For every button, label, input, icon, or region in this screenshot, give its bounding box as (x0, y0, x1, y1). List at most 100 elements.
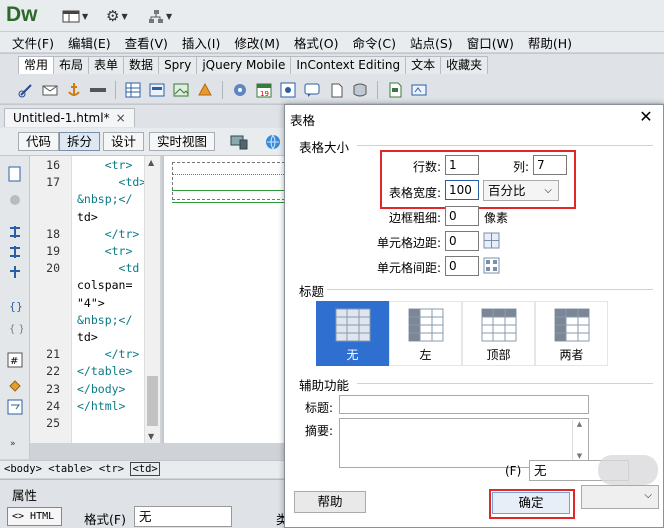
more-tools-icon[interactable]: » (7, 436, 23, 452)
cell-padding-input[interactable]: 0 (445, 231, 479, 251)
current-tag[interactable]: <td> (130, 462, 160, 476)
email-link-icon[interactable] (40, 80, 60, 100)
close-icon[interactable]: ✕ (635, 107, 657, 127)
width-unit-select[interactable]: 百分比 ⌵ (483, 180, 559, 201)
live-view-button[interactable]: 实时视图 (149, 132, 216, 151)
code-line[interactable]: </body> (77, 382, 125, 396)
tab-common[interactable]: 常用 (18, 56, 55, 74)
caption-input[interactable] (339, 395, 589, 414)
menu-modify[interactable]: 修改(M) (234, 33, 280, 52)
hyperlink-icon[interactable] (16, 80, 36, 100)
menu-help[interactable]: 帮助(H) (528, 33, 572, 52)
tab-data[interactable]: 数据 (123, 56, 160, 74)
cancel-button[interactable]: ⌵ (581, 485, 659, 509)
apply-comment-icon[interactable] (7, 378, 23, 394)
code-line[interactable]: </tr> (77, 347, 140, 361)
code-line[interactable]: colspan= (77, 278, 132, 292)
browser-preview-icon[interactable] (264, 133, 282, 154)
code-line[interactable]: <td> (77, 175, 147, 189)
menu-insert[interactable]: 插入(I) (182, 33, 220, 52)
tab-incontext-editing[interactable]: InContext Editing (290, 56, 407, 74)
collapse-tag-icon[interactable] (7, 192, 23, 208)
wrap-tag-icon[interactable] (7, 399, 23, 415)
tab-forms[interactable]: 表单 (88, 56, 125, 74)
scroll-down-icon[interactable]: ▼ (148, 432, 154, 441)
menu-window[interactable]: 窗口(W) (467, 33, 514, 52)
menu-format[interactable]: 格式(O) (294, 33, 339, 52)
named-anchor-icon[interactable] (64, 80, 84, 100)
server-side-include-icon[interactable] (278, 80, 298, 100)
menu-view[interactable]: 查看(V) (125, 33, 168, 52)
menu-file[interactable]: 文件(F) (12, 33, 54, 52)
tab-text[interactable]: 文本 (405, 56, 442, 74)
collapse-selection-icon[interactable] (7, 224, 23, 240)
code-line[interactable]: </table> (77, 364, 132, 378)
code-line[interactable]: &nbsp;</ (77, 313, 132, 327)
layout-switch-button[interactable]: ▼ (62, 8, 88, 24)
widget-icon[interactable] (230, 80, 250, 100)
header-option-top[interactable]: 顶部 (462, 301, 535, 366)
scroll-up-icon[interactable]: ▲ (148, 158, 154, 167)
multiscreen-icon[interactable] (230, 133, 252, 154)
design-table[interactable] (172, 162, 290, 200)
select-parent-tag-icon[interactable] (7, 264, 23, 280)
document-tab[interactable]: Untitled-1.html* × (4, 108, 135, 127)
rows-input[interactable]: 1 (445, 155, 479, 175)
menu-commands[interactable]: 命令(C) (353, 33, 396, 52)
comment-icon[interactable] (302, 80, 322, 100)
script-icon[interactable] (350, 80, 370, 100)
div-icon[interactable] (147, 80, 167, 100)
tab-spry[interactable]: Spry (158, 56, 198, 74)
format-select[interactable]: 无 (134, 506, 232, 527)
tab-layout[interactable]: 布局 (53, 56, 90, 74)
menu-edit[interactable]: 编辑(E) (68, 33, 111, 52)
code-line[interactable]: </tr> (77, 227, 140, 241)
code-line[interactable]: td> (77, 210, 98, 224)
cell-spacing-input[interactable]: 0 (445, 256, 479, 276)
border-input[interactable]: 0 (445, 206, 479, 226)
tag-chooser-icon[interactable] (409, 80, 429, 100)
expand-all-icon[interactable] (7, 244, 23, 260)
settings-button[interactable]: ⚙ ▼ (106, 7, 128, 25)
html-mode-button[interactable]: <> HTML (7, 507, 62, 526)
code-line[interactable]: &nbsp;</ (77, 192, 132, 206)
help-button[interactable]: 帮助 (294, 491, 366, 513)
head-icon[interactable] (326, 80, 346, 100)
design-view[interactable] (162, 156, 290, 443)
gear-icon: ⚙ (106, 7, 120, 25)
table-icon[interactable] (123, 80, 143, 100)
site-button[interactable]: ▼ (148, 8, 172, 24)
templates-icon[interactable] (385, 80, 405, 100)
tab-jquery-mobile[interactable]: jQuery Mobile (196, 56, 292, 74)
header-option-none[interactable]: 无 (316, 301, 389, 366)
code-line[interactable]: td> (77, 330, 98, 344)
columns-input[interactable]: 7 (533, 155, 567, 175)
code-line[interactable]: "4"> (77, 296, 105, 310)
code-view-button[interactable]: 代码 (18, 132, 60, 151)
table-width-input[interactable]: 100 (445, 180, 479, 200)
code-line[interactable]: <tr> (77, 158, 133, 172)
code-line[interactable]: </html> (77, 399, 125, 413)
balance-braces-icon[interactable]: {} (7, 298, 23, 314)
header-option-both[interactable]: 两者 (535, 301, 608, 366)
code-line[interactable]: <tr> (77, 244, 133, 258)
scrollbar-thumb[interactable] (147, 376, 158, 426)
open-documents-icon[interactable] (7, 166, 23, 182)
image-icon[interactable] (171, 80, 191, 100)
code-view[interactable]: 16 17 18 19 20 21 22 23 24 25 <tr> <td> &nbsp;</ td… (30, 156, 160, 443)
media-icon[interactable] (195, 80, 215, 100)
menu-site[interactable]: 站点(S) (410, 33, 453, 52)
header-option-left[interactable]: 左 (389, 301, 462, 366)
design-view-button[interactable]: 设计 (103, 132, 145, 151)
table-width-line (172, 202, 290, 203)
code-scrollbar[interactable]: ▲ ▼ (144, 156, 160, 443)
code-line[interactable]: <td (77, 261, 140, 275)
tag-path[interactable]: <body> <table> <tr> (4, 463, 130, 475)
close-icon[interactable]: × (116, 111, 126, 125)
date-icon[interactable]: 19 (254, 80, 274, 100)
line-numbers-icon[interactable]: { } (7, 320, 23, 336)
split-view-button[interactable]: 拆分 (59, 132, 101, 151)
highlight-invalid-icon[interactable]: # (7, 352, 23, 368)
horizontal-rule-icon[interactable] (88, 80, 108, 100)
tab-favorites[interactable]: 收藏夹 (440, 56, 489, 74)
